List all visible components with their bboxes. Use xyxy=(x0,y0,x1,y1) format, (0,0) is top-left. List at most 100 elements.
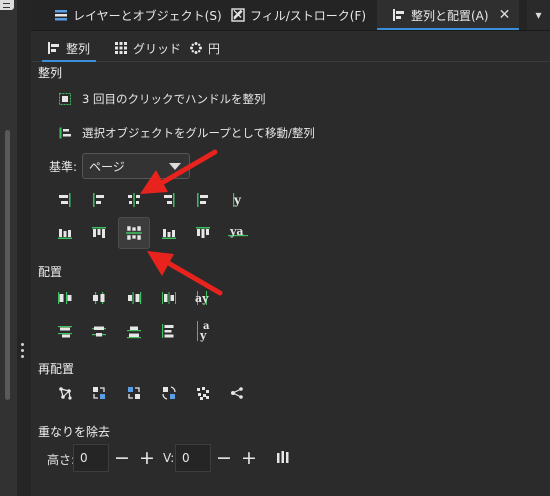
distribute-centers-horizontal-button[interactable] xyxy=(86,285,112,311)
section-title-distribute: 配置 xyxy=(38,265,63,279)
distribute-center-icon xyxy=(92,326,106,337)
tab-layers-objects[interactable]: レイヤーとオブジェクト(S) ✕ xyxy=(54,0,243,30)
group-toggle-icon[interactable] xyxy=(59,127,71,139)
tab-fill-stroke[interactable]: フィル/ストローク(F) ✕ xyxy=(231,0,388,30)
center-vertical-icon xyxy=(128,193,140,207)
height-gap-input[interactable]: 0 xyxy=(73,444,109,472)
vertical-gap-decrement-button[interactable]: − xyxy=(213,446,235,470)
layers-icon xyxy=(54,8,68,22)
graph-layout-icon xyxy=(59,387,72,400)
subtab-align[interactable]: 整列 xyxy=(41,37,97,62)
section-title-rearrange: 再配置 xyxy=(38,362,75,376)
exchange-positions-stacking-order-button[interactable] xyxy=(121,380,147,406)
vertical-gap-input[interactable]: 0 xyxy=(175,444,211,472)
align-edge-icon xyxy=(59,193,71,207)
distribute-gaps-icon xyxy=(162,324,174,338)
relative-to-value: ページ xyxy=(89,159,125,174)
left-dock-strip xyxy=(0,0,18,496)
align-distribute-icon xyxy=(392,8,406,22)
distribute-right-edges-button[interactable] xyxy=(121,285,147,311)
handles-toggle-icon[interactable] xyxy=(59,93,71,105)
center-on-horizontal-axis-button[interactable] xyxy=(118,217,150,249)
distribute-bottom-edges-button[interactable] xyxy=(121,318,147,344)
connector-network-layout-button[interactable] xyxy=(52,380,78,406)
tab-label: フィル/ストローク(F) xyxy=(250,8,367,23)
align-left-to-right-anchor-button[interactable] xyxy=(190,187,216,213)
subtab-circle[interactable]: 円 xyxy=(190,37,220,59)
distribute-center-icon xyxy=(93,292,105,304)
text-anchor-icon: ay xyxy=(195,291,209,305)
option-move-as-group[interactable]: 選択オブジェクトをグループとして移動/整列 xyxy=(59,125,315,141)
distribute-top-icon xyxy=(58,326,72,338)
svg-text:y: y xyxy=(233,193,242,207)
option-align-handles[interactable]: 3 回目のクリックでハンドルを整列 xyxy=(59,91,265,107)
circle-icon xyxy=(190,42,202,54)
section-title-remove-overlaps: 重なりを除去 xyxy=(38,425,111,439)
option-label: 選択オブジェクトをグループとして移動/整列 xyxy=(82,126,315,140)
center-on-vertical-axis-button[interactable] xyxy=(121,187,147,213)
distribute-gaps-icon xyxy=(162,292,176,304)
subtab-label: 整列 xyxy=(66,41,91,56)
text-anchor-icon: y xyxy=(233,193,242,207)
height-gap-label: 高さ: xyxy=(47,453,76,467)
relative-to-label: 基準: xyxy=(49,160,78,174)
relative-to-select[interactable]: ページ xyxy=(82,153,190,179)
vertical-gap-label: V: xyxy=(163,451,175,465)
distribute-text-baselines-vertical-button[interactable]: ay xyxy=(190,318,216,344)
align-mode-tabs: 整列 グリッド 円 xyxy=(31,31,550,62)
close-icon[interactable]: ✕ xyxy=(499,7,511,23)
text-baseline-icon: ya xyxy=(228,225,248,238)
section-title-align: 整列 xyxy=(38,66,63,80)
subtab-label: グリッド xyxy=(133,41,182,56)
grid-icon xyxy=(115,42,127,54)
exchange-icon xyxy=(128,387,140,399)
chevron-down-icon xyxy=(169,163,181,170)
randomize-positions-button[interactable] xyxy=(190,380,216,406)
unclump-objects-button[interactable] xyxy=(224,380,250,406)
distribute-text-anchors-horizontal-button[interactable]: ay xyxy=(190,285,218,311)
align-text-anchors-vertical-button[interactable]: y xyxy=(222,187,248,213)
height-gap-decrement-button[interactable]: − xyxy=(111,446,133,470)
dock-tab-bar: レイヤーとオブジェクト(S) ✕ フィル/ストローク(F) ✕ 整列と配置(A)… xyxy=(31,0,550,31)
tab-label: レイヤーとオブジェクト(S) xyxy=(73,8,222,23)
align-bottom-to-top-anchor-button[interactable] xyxy=(52,220,78,246)
align-edge-icon xyxy=(196,227,210,238)
distribute-gaps-horizontal-button[interactable] xyxy=(156,285,182,311)
annotation-arrows xyxy=(140,149,223,296)
align-right-icon xyxy=(164,193,175,207)
dock-menu-icon[interactable] xyxy=(0,0,14,10)
distribute-right-icon xyxy=(128,292,142,304)
drag-handle-icon[interactable] xyxy=(21,343,25,361)
option-label: 3 回目のクリックでハンドルを整列 xyxy=(82,92,266,106)
remove-overlaps-button[interactable] xyxy=(270,444,296,470)
distribute-centers-vertical-button[interactable] xyxy=(86,318,112,344)
randomize-icon xyxy=(197,387,209,400)
distribute-top-edges-button[interactable] xyxy=(52,318,78,344)
exchange-positions-clockwise-button[interactable] xyxy=(156,380,182,406)
align-right-to-left-anchor-button[interactable] xyxy=(52,187,78,213)
align-text-baselines-button[interactable]: ya xyxy=(224,220,252,246)
align-left-edges-button[interactable] xyxy=(86,187,112,213)
height-gap-increment-button[interactable]: + xyxy=(136,446,158,470)
rotate-exchange-icon xyxy=(162,386,176,400)
tab-align-distribute[interactable]: 整列と配置(A) ✕ xyxy=(377,0,520,30)
distribute-left-icon xyxy=(58,292,72,304)
tab-overflow-button[interactable]: ▾ xyxy=(527,0,550,30)
align-edge-icon xyxy=(58,229,72,239)
tab-label: 整列と配置(A) xyxy=(411,8,489,23)
center-horizontal-icon xyxy=(126,226,142,240)
svg-text:ay: ay xyxy=(195,292,209,305)
vertical-gap-increment-button[interactable]: + xyxy=(238,446,260,470)
align-top-to-bottom-anchor-button[interactable] xyxy=(190,220,216,246)
distribute-gaps-vertical-button[interactable] xyxy=(156,318,182,344)
distribute-left-edges-button[interactable] xyxy=(52,285,78,311)
text-baseline-icon: ay xyxy=(197,321,210,342)
align-bottom-edges-button[interactable] xyxy=(156,220,182,246)
dock-scrollbar[interactable] xyxy=(5,130,10,400)
subtab-grid[interactable]: グリッド xyxy=(115,37,181,59)
exchange-icon xyxy=(93,387,105,399)
panel-gutter xyxy=(17,0,31,496)
align-right-edges-button[interactable] xyxy=(156,187,182,213)
align-top-edges-button[interactable] xyxy=(86,220,112,246)
exchange-positions-selection-order-button[interactable] xyxy=(86,380,112,406)
